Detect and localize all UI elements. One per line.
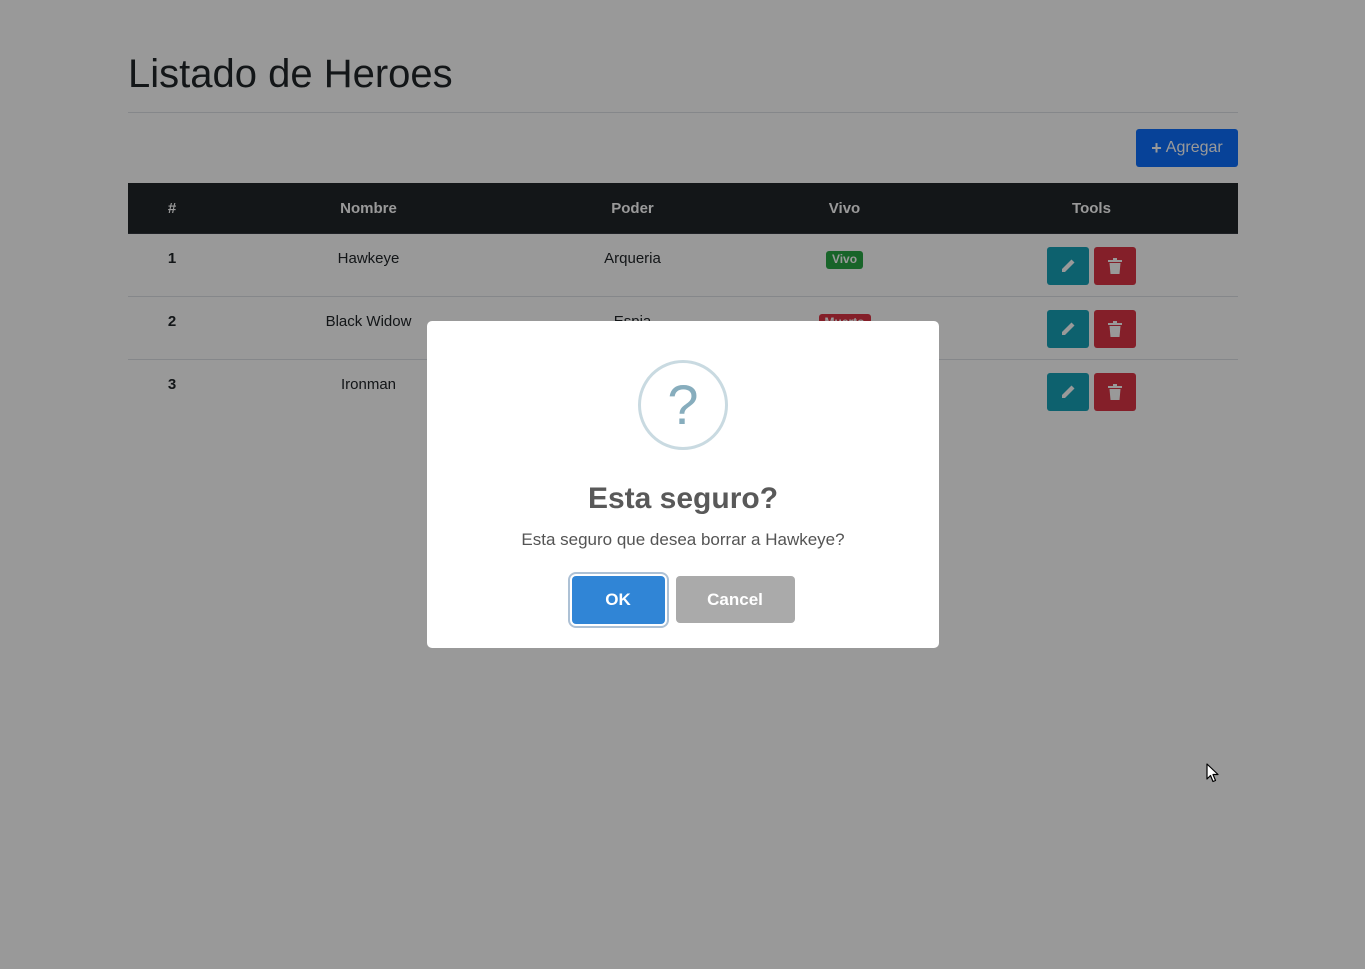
dialog-actions: OK Cancel bbox=[427, 576, 939, 624]
dialog-message: Esta seguro que desea borrar a Hawkeye? bbox=[521, 530, 845, 549]
confirm-dialog: ? Esta seguro? Esta seguro que desea bor… bbox=[427, 321, 939, 648]
dialog-title: Esta seguro? bbox=[587, 482, 779, 515]
ok-button[interactable]: OK bbox=[571, 576, 665, 624]
mouse-cursor-icon bbox=[1206, 763, 1219, 783]
question-icon: ? bbox=[638, 360, 728, 450]
question-mark: ? bbox=[667, 373, 699, 436]
cancel-button[interactable]: Cancel bbox=[675, 576, 795, 623]
